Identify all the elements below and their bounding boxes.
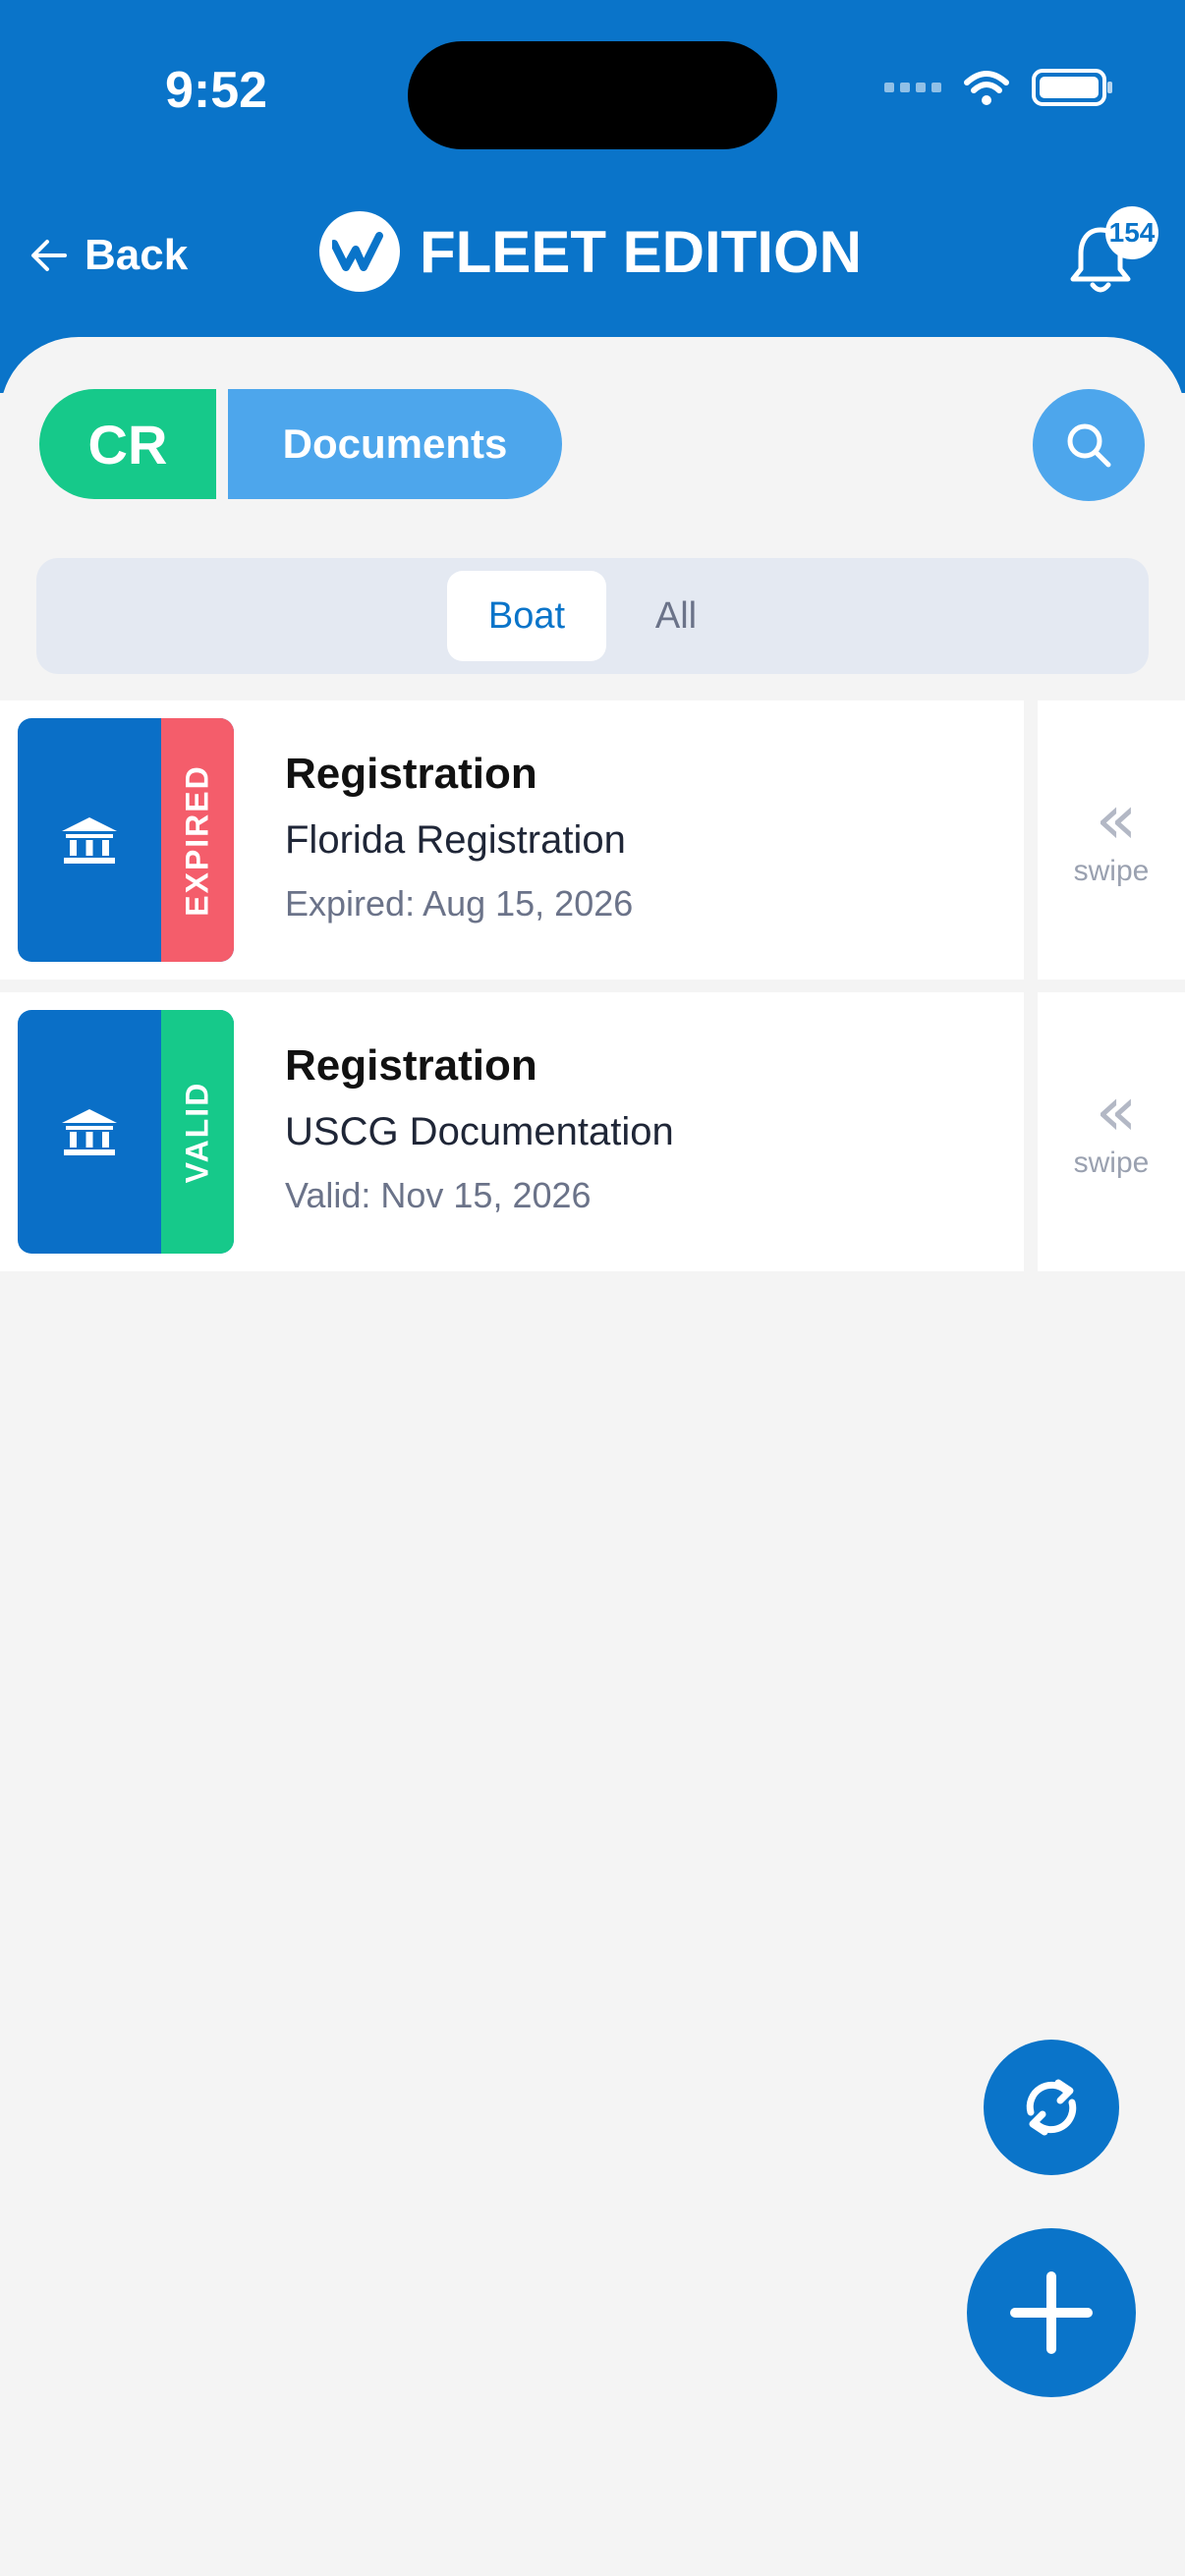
- status-strip: VALID: [161, 1010, 234, 1254]
- status-strip: EXPIRED: [161, 718, 234, 962]
- vessel-chip[interactable]: CR: [39, 389, 216, 499]
- document-card[interactable]: VALID Registration USCG Documentation Va…: [0, 992, 1024, 1271]
- dynamic-island: [408, 41, 777, 149]
- document-title: Registration: [285, 1041, 537, 1090]
- sync-icon: [1026, 2079, 1077, 2136]
- document-subtitle: Florida Registration: [285, 818, 626, 862]
- swipe-hint[interactable]: « swipe: [1038, 992, 1185, 1271]
- add-document-button[interactable]: [967, 2228, 1136, 2397]
- search-button[interactable]: [1033, 389, 1145, 501]
- search-icon: [1067, 423, 1111, 468]
- document-date: Valid: Nov 15, 2026: [285, 1175, 592, 1215]
- filter-boat-tab[interactable]: Boat: [447, 571, 606, 661]
- refresh-button[interactable]: [984, 2040, 1119, 2175]
- document-thumbnail: VALID: [18, 1010, 234, 1254]
- filter-all-tab[interactable]: All: [619, 571, 733, 661]
- back-label: Back: [85, 231, 189, 279]
- battery-icon: [1032, 69, 1112, 106]
- document-subtitle: USCG Documentation: [285, 1110, 674, 1153]
- status-label: EXPIRED: [179, 763, 215, 917]
- bank-building-icon: [62, 1109, 117, 1155]
- status-icons: [884, 69, 1112, 106]
- notification-badge: 154: [1105, 206, 1158, 259]
- signal-icon: [884, 83, 941, 92]
- status-label: VALID: [179, 1081, 215, 1183]
- back-button[interactable]: Back: [29, 231, 188, 280]
- plus-icon: [1010, 2271, 1093, 2354]
- bank-building-icon: [62, 817, 117, 864]
- arrow-left-icon: [31, 240, 67, 271]
- fleet-logo-icon: [319, 211, 400, 292]
- swipe-label: swipe: [1073, 1147, 1150, 1179]
- section-chip[interactable]: Documents: [228, 389, 562, 499]
- app-header: 9:52 Back FLEET EDITION 154: [0, 0, 1185, 393]
- document-card[interactable]: EXPIRED Registration Florida Registratio…: [0, 700, 1024, 980]
- brand-logo: FLEET EDITION: [319, 211, 862, 292]
- document-thumbnail: EXPIRED: [18, 718, 234, 962]
- double-chevron-left-icon: «: [1095, 1071, 1138, 1151]
- double-chevron-left-icon: «: [1095, 779, 1138, 860]
- swipe-label: swipe: [1073, 855, 1150, 887]
- swipe-hint[interactable]: « swipe: [1038, 700, 1185, 980]
- document-title: Registration: [285, 750, 537, 798]
- brand-title: FLEET EDITION: [420, 218, 862, 285]
- status-time: 9:52: [165, 62, 268, 119]
- document-date: Expired: Aug 15, 2026: [285, 883, 634, 924]
- wifi-icon: [964, 71, 1009, 105]
